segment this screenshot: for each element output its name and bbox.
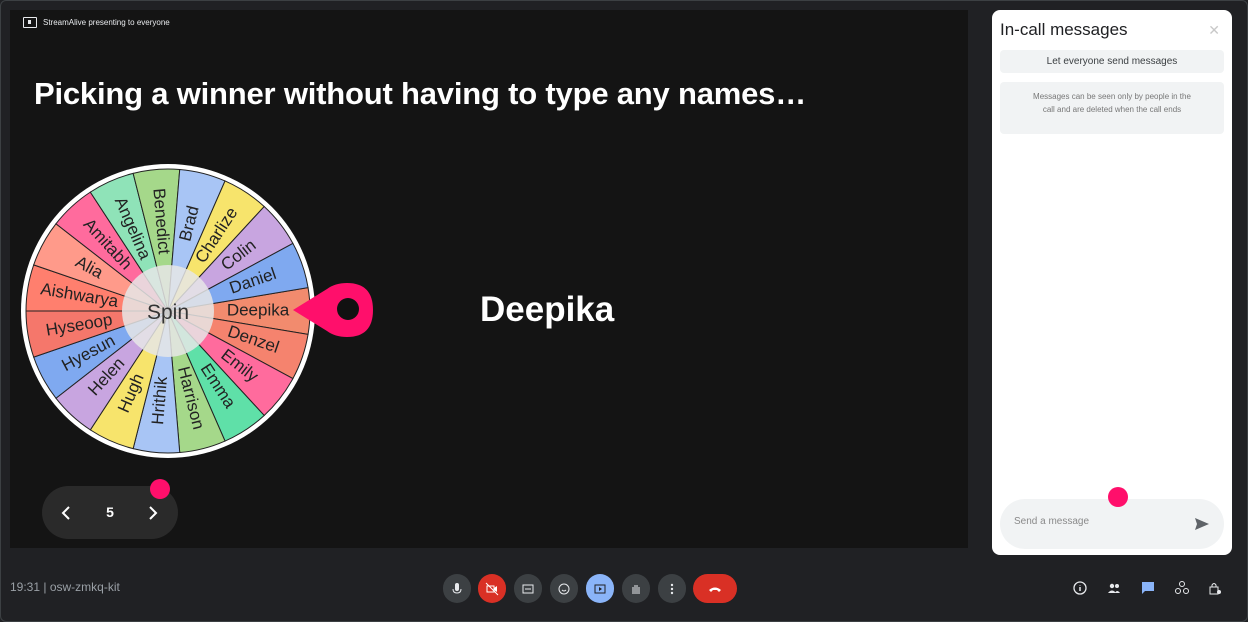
more-vert-icon xyxy=(670,583,674,594)
next-slide-button[interactable] xyxy=(142,503,162,523)
meeting-info: 19:31 | osw-zmkq-kit xyxy=(10,580,120,594)
in-call-messages-panel: In-call messages ✕ Let everyone send mes… xyxy=(992,10,1232,555)
presentation-stage: StreamAlive presenting to everyone Picki… xyxy=(10,10,968,548)
pointer-hole xyxy=(337,298,359,320)
send-icon[interactable] xyxy=(1194,516,1210,532)
wheel-slice-label: Hrithik xyxy=(148,375,171,425)
bottom-bar: 19:31 | osw-zmkq-kit xyxy=(1,556,1247,621)
raise-hand-icon xyxy=(632,584,640,594)
pointer-shape xyxy=(293,283,373,337)
present-button[interactable] xyxy=(586,574,614,603)
winner-name: Deepika xyxy=(480,290,615,329)
raise-hand-button[interactable] xyxy=(622,574,650,603)
presenting-indicator: StreamAlive presenting to everyone xyxy=(23,17,170,28)
emoji-button[interactable] xyxy=(550,574,578,603)
people-icon xyxy=(1108,583,1120,593)
camera-off-icon xyxy=(485,582,499,595)
send-message-input[interactable] xyxy=(1012,515,1186,528)
microphone-icon xyxy=(452,582,462,594)
presenting-label: StreamAlive presenting to everyone xyxy=(43,18,170,27)
camera-off-button[interactable] xyxy=(478,574,506,603)
wheel-slice-label: Deepika xyxy=(227,300,290,319)
chevron-right-icon xyxy=(149,506,158,520)
lock-person-icon xyxy=(1209,583,1221,595)
host-controls-button[interactable] xyxy=(1207,580,1223,596)
meeting-details-button[interactable] xyxy=(1072,580,1088,596)
let-everyone-send-toggle[interactable]: Let everyone send messages xyxy=(1000,50,1224,73)
previous-slide-button[interactable] xyxy=(57,503,77,523)
slide-headline: Picking a winner without having to type … xyxy=(34,76,807,111)
chat-button[interactable] xyxy=(1140,580,1156,596)
cursor-dot-panel xyxy=(1108,487,1128,507)
close-icon[interactable]: ✕ xyxy=(1208,22,1220,39)
meet-window: StreamAlive presenting to everyone Picki… xyxy=(0,0,1248,622)
end-call-button[interactable] xyxy=(693,574,737,603)
messages-info: Messages can be seen only by people in t… xyxy=(1000,82,1224,134)
end-call-icon xyxy=(709,587,721,592)
chevron-left-icon xyxy=(61,506,70,520)
present-screen-icon xyxy=(23,17,37,28)
captions-icon xyxy=(522,584,534,593)
spin-wheel[interactable]: DeepikaDenzelEmilyEmmaHarrisonHrithikHug… xyxy=(19,162,317,460)
captions-button[interactable] xyxy=(514,574,542,603)
info-icon xyxy=(1073,581,1087,595)
message-composer xyxy=(1000,499,1224,549)
activities-button[interactable] xyxy=(1174,580,1190,596)
emoji-icon xyxy=(558,583,570,594)
wheel-pointer-icon xyxy=(293,283,373,337)
present-icon xyxy=(594,584,606,593)
chat-icon xyxy=(1142,582,1154,594)
spin-label[interactable]: Spin xyxy=(147,301,189,324)
slide-number: 5 xyxy=(106,504,114,520)
cursor-dot xyxy=(150,479,170,499)
microphone-button[interactable] xyxy=(443,574,471,603)
panel-title: In-call messages xyxy=(1000,20,1128,39)
activities-icon xyxy=(1175,581,1189,594)
more-options-button[interactable] xyxy=(658,574,686,603)
people-button[interactable] xyxy=(1106,580,1122,596)
